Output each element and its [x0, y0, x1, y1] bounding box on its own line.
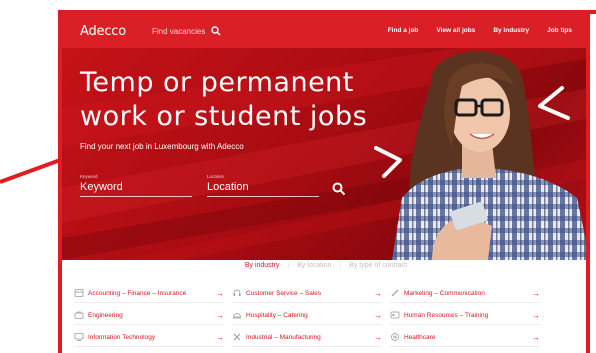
location-input[interactable]: Location	[207, 181, 319, 197]
tools-icon	[233, 333, 241, 341]
hero-subtitle: Find your next job in Luxembourg with Ad…	[80, 142, 244, 151]
arrow-right-icon: →	[532, 288, 540, 298]
keyword-field[interactable]: Keyword Keyword	[80, 174, 192, 197]
find-vacancies-search[interactable]: Find vacancies	[152, 26, 221, 36]
cloche-icon	[233, 313, 241, 319]
category-label: Industrial – Manufacturing	[246, 333, 321, 341]
category-label: Engineering	[88, 311, 123, 319]
tab-separator: |	[339, 262, 342, 269]
nav-links: Find a job View all jobs By industry Job…	[388, 27, 572, 34]
keyword-label: Keyword	[80, 174, 98, 179]
category-engineering[interactable]: Engineering →	[74, 306, 224, 325]
pen-icon	[391, 289, 399, 297]
arrow-right-icon: →	[216, 332, 224, 342]
category-information-technology[interactable]: Information Technology →	[74, 328, 224, 347]
nav-link-job-tips[interactable]: Job tips	[547, 27, 572, 34]
category-industrial[interactable]: Industrial – Manufacturing →	[232, 328, 382, 347]
category-label: Hospitality – Catering	[246, 311, 308, 319]
frame-top	[0, 0, 596, 14]
adecco-logo[interactable]: Adecco	[80, 24, 126, 39]
red-border-right	[586, 10, 590, 353]
toolbox-icon	[74, 311, 84, 319]
arrow-right-icon: →	[374, 332, 382, 342]
category-label: Healthcare	[404, 333, 436, 341]
search-button[interactable]	[332, 182, 346, 196]
hero-title-line1: Temp or permanent	[80, 67, 354, 98]
location-label: Location	[207, 174, 225, 179]
hero-title: Temp or permanent work or student jobs	[80, 66, 400, 134]
category-label: Information Technology	[88, 333, 156, 341]
webpage: Adecco Find vacancies Find a job View al…	[62, 14, 590, 353]
search-icon	[211, 26, 221, 36]
hero-title-line2: work or student jobs	[80, 101, 368, 132]
health-icon	[391, 333, 399, 341]
category-customer-service[interactable]: Customer Service – Sales →	[232, 284, 382, 303]
arrow-right-icon: →	[216, 288, 224, 298]
arrow-right-icon: →	[532, 332, 540, 342]
category-hospitality[interactable]: Hospitality – Catering →	[232, 306, 382, 325]
category-accounting[interactable]: Accounting – Finance – Insurance →	[74, 284, 224, 303]
filter-tabs: By industry | By location | By type of c…	[62, 262, 590, 269]
monitor-icon	[74, 333, 84, 341]
category-label: Marketing – Communication	[404, 289, 485, 297]
top-nav: Adecco Find vacancies Find a job View al…	[62, 14, 590, 48]
arrow-right-icon: →	[374, 288, 382, 298]
headset-icon	[233, 289, 241, 296]
tab-by-industry[interactable]: By industry	[245, 262, 280, 269]
id-card-icon	[390, 311, 400, 319]
category-label: Accounting – Finance – Insurance	[88, 289, 187, 297]
arrow-right-icon: →	[532, 310, 540, 320]
woman-with-phone-photo	[392, 51, 590, 260]
calculator-icon	[74, 289, 84, 297]
category-healthcare[interactable]: Healthcare →	[390, 328, 540, 347]
location-field[interactable]: Location Location	[207, 174, 319, 197]
nav-link-find-a-job[interactable]: Find a job	[388, 27, 419, 34]
hero-banner: Temp or permanent work or student jobs F…	[62, 48, 590, 260]
category-marketing[interactable]: Marketing – Communication →	[390, 284, 540, 303]
find-vacancies-label: Find vacancies	[152, 26, 206, 36]
keyword-input[interactable]: Keyword	[80, 181, 192, 197]
nav-link-view-all-jobs[interactable]: View all jobs	[436, 27, 475, 34]
tab-by-location[interactable]: By location	[297, 262, 331, 269]
arrow-right-icon: →	[216, 310, 224, 320]
nav-link-by-industry[interactable]: By industry	[493, 27, 529, 34]
category-label: Human Resources – Training	[404, 311, 489, 319]
arrow-right-icon: →	[374, 310, 382, 320]
category-human-resources[interactable]: Human Resources – Training →	[390, 306, 540, 325]
category-label: Customer Service – Sales	[246, 289, 322, 297]
tab-separator: |	[287, 262, 290, 269]
tab-by-type-of-contract[interactable]: By type of contract	[349, 262, 407, 269]
